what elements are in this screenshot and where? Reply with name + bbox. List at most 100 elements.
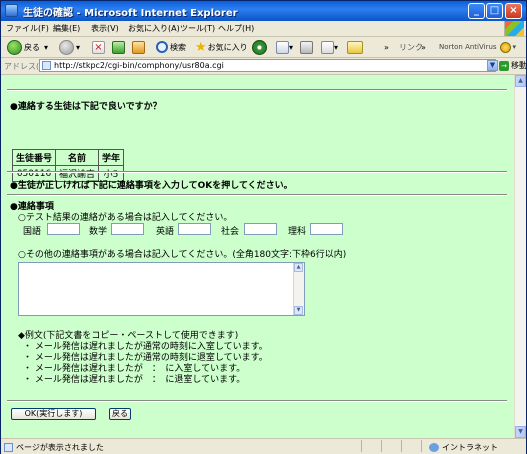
stop-button[interactable]: ×	[92, 39, 105, 55]
intranet-icon	[429, 443, 439, 452]
status-separator	[401, 440, 402, 452]
subject-label-social: 社会	[221, 227, 240, 237]
links-label[interactable]: リンク	[399, 39, 423, 55]
test-result-note: ○テスト結果の連絡がある場合は記入してください。	[18, 213, 233, 223]
home-icon	[132, 40, 145, 54]
ok-button[interactable]: OK(実行します)	[11, 408, 96, 420]
other-note: ○その他の連絡事項がある場合は記入してください。(全角180文字:下枠6行以内)	[18, 250, 347, 260]
menu-view[interactable]: 表示(V)	[91, 23, 119, 34]
back-page-button[interactable]: 戻る	[109, 408, 131, 420]
title-bar: 生徒の確認 - Microsoft Internet Explorer _ □ …	[1, 1, 526, 22]
edit-button[interactable]: ▾	[321, 39, 338, 55]
menu-favorites[interactable]: お気に入り(A)	[128, 23, 180, 34]
discuss-button[interactable]	[347, 39, 363, 55]
window-title: 生徒の確認 - Microsoft Internet Explorer	[23, 8, 238, 19]
go-label: 移動	[511, 61, 527, 70]
menu-edit[interactable]: 編集(E)	[53, 23, 80, 34]
address-dropdown-button[interactable]: ▼	[487, 60, 498, 71]
close-button[interactable]: ×	[505, 3, 522, 19]
search-button[interactable]: 検索	[156, 39, 186, 55]
divider	[7, 89, 507, 91]
example-line: ・ メール発信は遅れましたが ： に退室しています。	[23, 375, 246, 385]
divider	[7, 194, 507, 196]
browser-window: 生徒の確認 - Microsoft Internet Explorer _ □ …	[0, 0, 527, 454]
table-header-row: 生徒番号 名前 学年	[11, 149, 125, 166]
header-grade: 学年	[98, 149, 125, 166]
toolbar: 戻る ▾ ▾ × 検索 ★ お気に入り ▾ ▾ » リンク » Norton A…	[1, 37, 526, 58]
english-score-input[interactable]	[178, 223, 211, 235]
favorites-label: お気に入り	[207, 42, 248, 52]
star-icon: ★	[195, 39, 207, 55]
home-button[interactable]	[132, 39, 145, 55]
back-arrow-icon	[7, 39, 22, 55]
page-icon	[4, 443, 13, 452]
security-zone: イントラネット	[429, 442, 498, 453]
norton-label: Norton AntiVirus	[439, 43, 497, 51]
address-input[interactable]: http://stkpc2/cgi-bin/comphony/usr80a.cg…	[39, 59, 496, 72]
scroll-down-icon[interactable]: ▼	[294, 306, 303, 315]
media-icon	[252, 39, 267, 55]
minimize-button[interactable]: _	[468, 3, 485, 19]
ie-app-icon	[5, 4, 18, 17]
status-separator	[421, 440, 422, 452]
page-scrollbar[interactable]: ▲ ▼	[514, 75, 526, 438]
other-message-textarea[interactable]: ▲ ▼	[18, 262, 305, 316]
japanese-score-input[interactable]	[47, 223, 80, 235]
address-url: http://stkpc2/cgi-bin/comphony/usr80a.cg…	[54, 61, 224, 70]
scroll-up-icon[interactable]: ▲	[294, 263, 303, 272]
confirm-heading: ●連絡する生徒は下記で良いですか？	[10, 102, 162, 112]
forward-arrow-icon	[59, 39, 74, 55]
norton-antivirus-button[interactable]: Norton AntiVirus ▾	[439, 39, 516, 55]
mail-icon	[276, 40, 289, 54]
mail-button[interactable]: ▾	[276, 39, 293, 55]
menu-help[interactable]: ヘルプ(H)	[218, 23, 254, 34]
stop-icon: ×	[92, 40, 105, 54]
search-label: 検索	[170, 42, 186, 52]
menu-bar: ファイル(F) 編集(E) 表示(V) お気に入り(A) ツール(T) ヘルプ(…	[1, 21, 526, 37]
go-button[interactable]: → 移動	[499, 60, 527, 71]
edit-icon	[321, 40, 334, 54]
norton-icon	[499, 41, 511, 53]
status-message: ページが表示されました	[4, 442, 104, 453]
back-button[interactable]: 戻る ▾	[7, 39, 48, 55]
status-text: ページが表示されました	[16, 443, 104, 452]
back-label: 戻る	[24, 42, 40, 52]
menu-file[interactable]: ファイル(F)	[6, 23, 49, 34]
refresh-button[interactable]	[112, 39, 125, 55]
print-icon	[300, 40, 313, 54]
header-name: 名前	[55, 149, 100, 166]
subject-label-english: 英語	[156, 227, 175, 237]
discuss-icon	[347, 40, 363, 54]
textarea-scrollbar[interactable]: ▲ ▼	[293, 263, 304, 315]
print-button[interactable]	[300, 39, 313, 55]
subject-label-japanese: 国語	[23, 227, 42, 237]
media-button[interactable]	[252, 39, 269, 55]
subject-label-math: 数学	[89, 227, 108, 237]
links-chevron[interactable]: »	[421, 39, 426, 55]
windows-logo-icon	[504, 21, 524, 36]
science-score-input[interactable]	[310, 223, 343, 235]
divider	[7, 171, 507, 173]
scroll-up-icon[interactable]: ▲	[515, 75, 526, 87]
subject-label-science: 理科	[288, 227, 307, 237]
status-separator	[381, 440, 382, 452]
refresh-icon	[112, 40, 125, 54]
maximize-button[interactable]: □	[486, 3, 503, 19]
social-score-input[interactable]	[244, 223, 277, 235]
search-icon	[156, 41, 168, 53]
address-bar: アドレス(D) http://stkpc2/cgi-bin/comphony/u…	[1, 58, 527, 75]
favorites-button[interactable]: ★ お気に入り	[195, 39, 248, 55]
status-separator	[361, 440, 362, 452]
zone-label: イントラネット	[442, 443, 498, 452]
instruction-text: ●生徒が正しければ下記に連絡事項を入力してOKを押してください。	[10, 181, 293, 191]
go-arrow-icon: →	[499, 60, 509, 71]
divider	[7, 400, 507, 402]
menu-tools[interactable]: ツール(T)	[180, 23, 215, 34]
status-bar: ページが表示されました イントラネット	[1, 438, 526, 454]
scroll-down-icon[interactable]: ▼	[515, 426, 526, 438]
header-student-number: 生徒番号	[11, 149, 57, 166]
forward-button[interactable]: ▾	[59, 39, 80, 55]
page-content: ●連絡する生徒は下記で良いですか？ 生徒番号 名前 学年 050116 福沢諭吉…	[1, 75, 514, 438]
toolbar-chevron[interactable]: »	[384, 39, 389, 55]
math-score-input[interactable]	[111, 223, 144, 235]
